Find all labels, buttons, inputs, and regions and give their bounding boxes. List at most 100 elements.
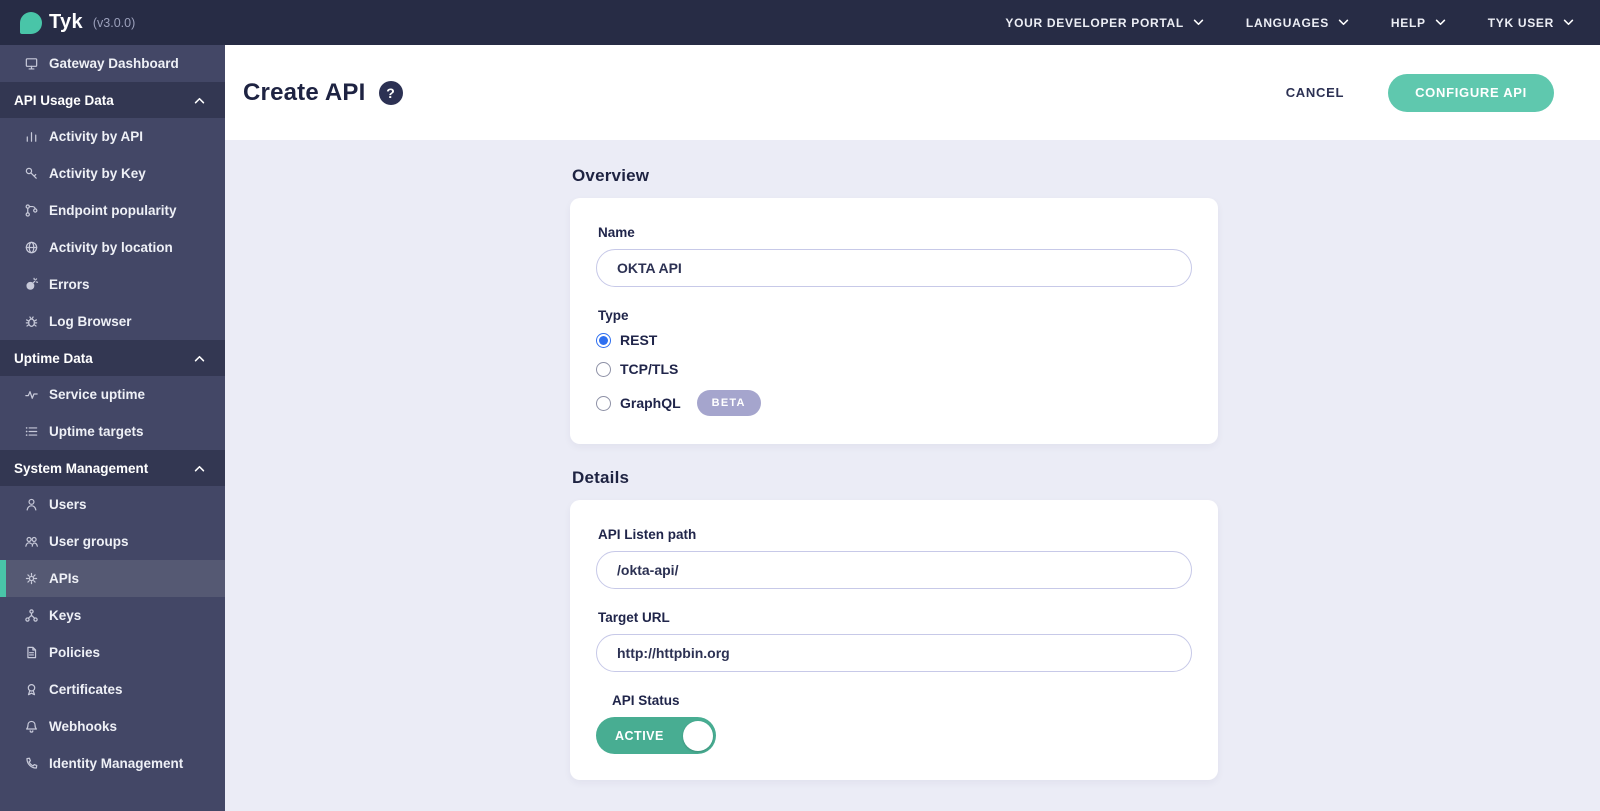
topbar-menu-label: LANGUAGES xyxy=(1246,16,1329,30)
topbar-menu-help[interactable]: HELP xyxy=(1391,16,1446,30)
target-url-input[interactable] xyxy=(596,634,1192,672)
sidebar-section-system-management[interactable]: System Management xyxy=(0,450,225,486)
api-status-value: ACTIVE xyxy=(615,729,664,743)
monitor-icon xyxy=(24,56,39,71)
tyk-logo[interactable]: Tyk (v3.0.0) xyxy=(20,11,135,34)
radio-checked-icon[interactable] xyxy=(596,333,611,348)
sidebar-item-label: Activity by Key xyxy=(49,166,146,181)
key-icon xyxy=(24,166,39,181)
api-status-label: API Status xyxy=(612,693,1192,708)
sidebar-item-label: Endpoint popularity xyxy=(49,203,177,218)
overview-card: Name Type RESTTCP/TLSGraphQLBETA xyxy=(570,198,1218,444)
globe-icon xyxy=(24,240,39,255)
topbar-menu-languages[interactable]: LANGUAGES xyxy=(1246,16,1349,30)
sidebar-item-gateway-dashboard[interactable]: Gateway Dashboard xyxy=(0,45,225,82)
bug-icon xyxy=(24,314,39,329)
type-option-label: TCP/TLS xyxy=(620,361,678,377)
page-header: Create API ? CANCEL CONFIGURE API xyxy=(225,45,1600,140)
sidebar-item-endpoint-popularity[interactable]: Endpoint popularity xyxy=(0,192,225,229)
details-card: API Listen path Target URL API Status AC… xyxy=(570,500,1218,780)
content: Overview Name Type RESTTCP/TLSGraphQLBET… xyxy=(225,140,1600,811)
gear-icon xyxy=(24,571,39,586)
type-option-rest[interactable]: REST xyxy=(596,332,1192,348)
network-icon xyxy=(24,608,39,623)
users-icon xyxy=(24,534,39,549)
topbar-menu-your-developer-portal[interactable]: YOUR DEVELOPER PORTAL xyxy=(1005,16,1204,30)
sidebar-item-identity-management[interactable]: Identity Management xyxy=(0,745,225,782)
chart-icon xyxy=(24,129,39,144)
chevron-up-icon xyxy=(194,97,205,104)
toggle-knob-icon xyxy=(683,721,713,751)
sidebar-section-api-usage-data[interactable]: API Usage Data xyxy=(0,82,225,118)
sidebar-item-webhooks[interactable]: Webhooks xyxy=(0,708,225,745)
sidebar-item-label: Uptime targets xyxy=(49,424,144,439)
sidebar-item-user-groups[interactable]: User groups xyxy=(0,523,225,560)
type-option-tcp-tls[interactable]: TCP/TLS xyxy=(596,361,1192,377)
sidebar-item-label: User groups xyxy=(49,534,129,549)
beta-badge: BETA xyxy=(697,390,761,416)
chevron-down-icon xyxy=(1338,19,1349,26)
version-label: (v3.0.0) xyxy=(93,16,135,30)
target-url-label: Target URL xyxy=(598,610,1192,625)
listen-path-input[interactable] xyxy=(596,551,1192,589)
type-option-label: GraphQL xyxy=(620,395,681,411)
pulse-icon xyxy=(24,387,39,402)
page-title: Create API xyxy=(243,79,366,107)
radio-unchecked-icon[interactable] xyxy=(596,396,611,411)
sidebar-item-certificates[interactable]: Certificates xyxy=(0,671,225,708)
list-icon xyxy=(24,424,39,439)
certificate-icon xyxy=(24,682,39,697)
sidebar-item-apis[interactable]: APIs xyxy=(0,560,225,597)
sidebar-section-uptime-data[interactable]: Uptime Data xyxy=(0,340,225,376)
sidebar-item-label: Policies xyxy=(49,645,100,660)
chevron-down-icon xyxy=(1563,19,1574,26)
sidebar-item-label: Activity by location xyxy=(49,240,173,255)
sidebar-item-activity-by-key[interactable]: Activity by Key xyxy=(0,155,225,192)
title-wrap: Create API ? xyxy=(243,79,403,107)
sidebar-item-label: Keys xyxy=(49,608,81,623)
chevron-down-icon xyxy=(1435,19,1446,26)
help-icon[interactable]: ? xyxy=(379,81,403,105)
user-icon xyxy=(24,497,39,512)
sidebar-item-label: Log Browser xyxy=(49,314,132,329)
topbar-menu-label: TYK USER xyxy=(1488,16,1554,30)
sidebar-item-uptime-targets[interactable]: Uptime targets xyxy=(0,413,225,450)
sidebar-item-label: Certificates xyxy=(49,682,123,697)
form-column: Overview Name Type RESTTCP/TLSGraphQLBET… xyxy=(570,166,1218,780)
sidebar-item-label: Service uptime xyxy=(49,387,145,402)
chevron-down-icon xyxy=(1193,19,1204,26)
sidebar-item-label: Errors xyxy=(49,277,90,292)
cancel-button[interactable]: CANCEL xyxy=(1280,84,1350,101)
header-actions: CANCEL CONFIGURE API xyxy=(1280,74,1554,112)
sidebar-section-label: System Management xyxy=(14,461,148,476)
sidebar-item-label: Users xyxy=(49,497,87,512)
configure-api-button[interactable]: CONFIGURE API xyxy=(1388,74,1554,112)
sidebar-item-log-browser[interactable]: Log Browser xyxy=(0,303,225,340)
api-status-toggle[interactable]: ACTIVE xyxy=(596,717,716,754)
sidebar-item-policies[interactable]: Policies xyxy=(0,634,225,671)
sidebar-item-label: Identity Management xyxy=(49,756,183,771)
sidebar-item-activity-by-location[interactable]: Activity by location xyxy=(0,229,225,266)
topbar: Tyk (v3.0.0) YOUR DEVELOPER PORTAL LANGUA… xyxy=(0,0,1600,45)
bell-icon xyxy=(24,719,39,734)
sidebar-item-service-uptime[interactable]: Service uptime xyxy=(0,376,225,413)
sidebar: Gateway DashboardAPI Usage DataActivity … xyxy=(0,45,225,811)
type-option-graphql[interactable]: GraphQL BETA xyxy=(596,390,1192,416)
sidebar-item-label: APIs xyxy=(49,571,79,586)
topbar-menu-label: HELP xyxy=(1391,16,1426,30)
listen-path-label: API Listen path xyxy=(598,527,1192,542)
api-name-input[interactable] xyxy=(596,249,1192,287)
sidebar-item-users[interactable]: Users xyxy=(0,486,225,523)
sidebar-item-activity-by-api[interactable]: Activity by API xyxy=(0,118,225,155)
topbar-menu-label: YOUR DEVELOPER PORTAL xyxy=(1005,16,1184,30)
sidebar-item-keys[interactable]: Keys xyxy=(0,597,225,634)
details-section-title: Details xyxy=(572,468,1218,488)
sidebar-section-label: Uptime Data xyxy=(14,351,93,366)
name-label: Name xyxy=(598,225,1192,240)
main-area: Create API ? CANCEL CONFIGURE API Overvi… xyxy=(225,45,1600,811)
type-option-label: REST xyxy=(620,332,657,348)
topbar-menu-tyk-user[interactable]: TYK USER xyxy=(1488,16,1574,30)
sidebar-item-errors[interactable]: Errors xyxy=(0,266,225,303)
radio-unchecked-icon[interactable] xyxy=(596,362,611,377)
topbar-menu: YOUR DEVELOPER PORTAL LANGUAGES HELP TYK US… xyxy=(1005,16,1574,30)
